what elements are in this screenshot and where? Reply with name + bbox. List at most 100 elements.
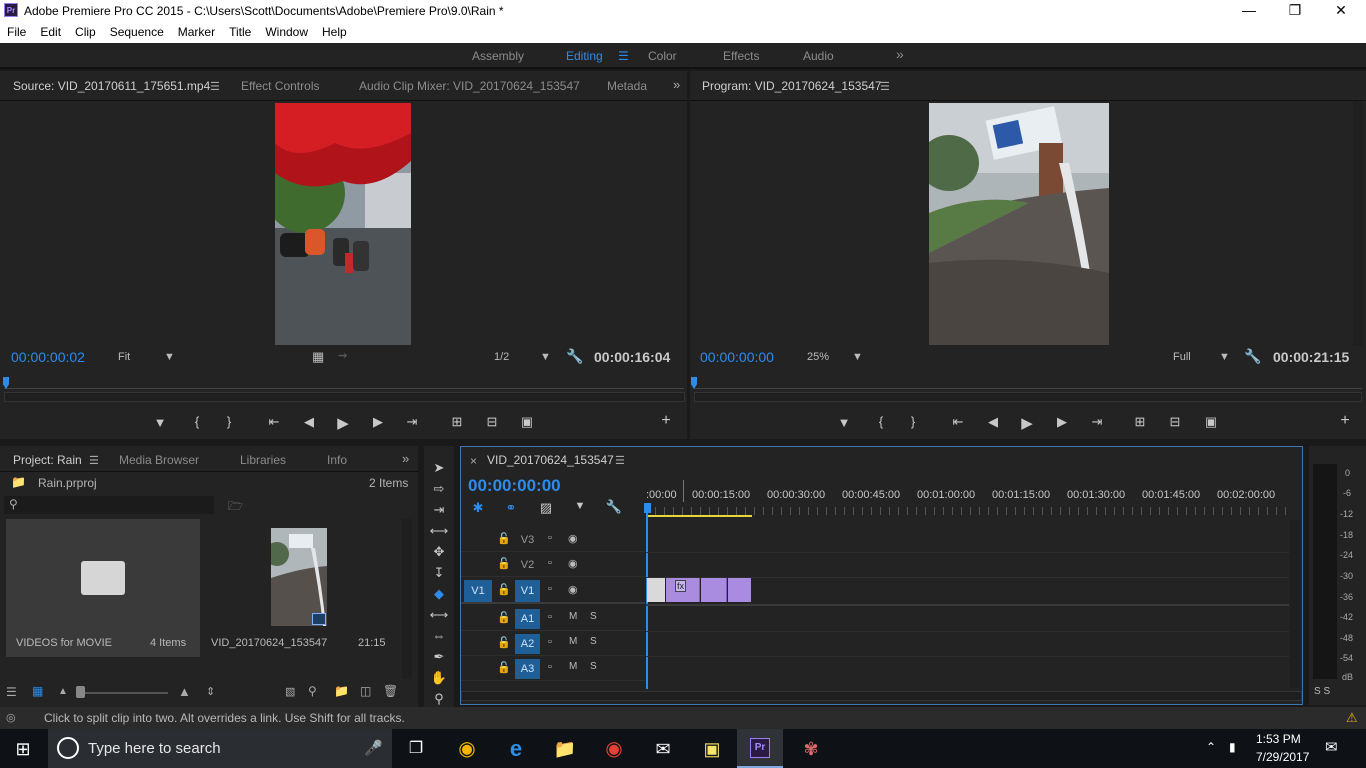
menu-clip[interactable]: Clip — [68, 22, 103, 43]
menu-marker[interactable]: Marker — [171, 22, 222, 43]
lock-icon[interactable]: 🔓 — [497, 583, 511, 596]
mark-in-icon[interactable]: { — [187, 414, 207, 429]
tab-program[interactable]: Program: VID_20170624_153547 — [702, 79, 881, 93]
program-vertical-scrollbar[interactable] — [1353, 101, 1363, 346]
program-mark-out-icon[interactable]: } — [903, 414, 923, 429]
list-view-icon[interactable]: ☰ — [6, 685, 17, 699]
sync-lock-icon[interactable]: ▫ — [548, 636, 552, 648]
lock-icon[interactable]: 🔓 — [497, 611, 511, 624]
drag-audio-only-icon[interactable]: ⇝ — [338, 349, 347, 362]
source-video-frame[interactable] — [275, 103, 411, 345]
lock-icon[interactable]: 🔓 — [497, 661, 511, 674]
pen-tool-icon[interactable]: ✒ — [429, 649, 449, 665]
track-label-v3[interactable]: V3 — [515, 530, 540, 550]
mute-button[interactable]: M — [569, 661, 577, 672]
tab-metadata[interactable]: Metada — [607, 79, 647, 93]
paint-app-icon[interactable]: ✾ — [796, 734, 826, 764]
source-resolution-chevron-icon[interactable]: ▼ — [540, 351, 551, 363]
program-video-frame[interactable] — [929, 103, 1109, 345]
project-search-input[interactable]: ⚲ — [4, 496, 214, 514]
overwrite-icon[interactable]: ⊟ — [482, 414, 502, 430]
razor-tool-icon[interactable]: ◆ — [429, 586, 449, 602]
program-resolution-chevron-icon[interactable]: ▼ — [1219, 351, 1230, 363]
workspace-menu-icon[interactable]: ☰ — [618, 49, 629, 63]
insert-icon[interactable]: ⊞ — [447, 414, 467, 430]
meter-solo-buttons[interactable]: S S — [1314, 686, 1330, 697]
track-label-v1[interactable]: V1 — [515, 580, 540, 602]
windows-start-icon[interactable]: ⊞ — [8, 734, 38, 764]
work-area-bar[interactable] — [646, 515, 752, 517]
battery-icon[interactable]: ▮ — [1229, 740, 1236, 754]
timeline-settings-wrench-icon[interactable]: 🔧 — [604, 499, 624, 515]
timeline-clip-segment[interactable]: fx — [666, 578, 700, 602]
track-select-multi-icon[interactable]: ↧ — [429, 565, 449, 581]
menu-file[interactable]: File — [0, 22, 33, 43]
tab-effect-controls[interactable]: Effect Controls — [241, 79, 319, 93]
sort-icons-icon[interactable]: ⇕ — [206, 685, 215, 698]
menu-help[interactable]: Help — [315, 22, 354, 43]
program-zoom-dropdown[interactable]: 25% — [807, 351, 829, 363]
drag-video-only-icon[interactable]: ▦ — [312, 349, 324, 365]
source-zoom-dropdown[interactable]: Fit — [118, 351, 130, 363]
eye-icon[interactable]: ◉ — [568, 557, 578, 570]
program-time-ruler[interactable] — [694, 379, 1362, 389]
sync-lock-icon[interactable]: ▫ — [548, 532, 552, 544]
show-hidden-icons-icon[interactable]: ⌃ — [1206, 740, 1216, 754]
play-icon[interactable]: ▶ — [333, 414, 353, 432]
slip-tool-icon[interactable]: ⟷ — [429, 607, 449, 623]
program-add-marker-icon[interactable]: ▼ — [834, 415, 854, 430]
mark-out-icon[interactable]: } — [219, 414, 239, 429]
timeline-playhead-handle[interactable] — [644, 503, 651, 513]
timeline-clip-segment[interactable] — [647, 578, 665, 602]
go-to-out-icon[interactable]: ⇥ — [402, 414, 422, 430]
clock-time[interactable]: 1:53 PM — [1256, 732, 1301, 746]
menu-title[interactable]: Title — [222, 22, 258, 43]
menu-sequence[interactable]: Sequence — [103, 22, 171, 43]
source-panel-menu-icon[interactable]: ☰ — [210, 80, 220, 93]
tab-source[interactable]: Source: VID_20170611_175651.mp4 — [13, 79, 210, 93]
bin-item-videos-for-movie[interactable]: VIDEOS for MOVIE 4 Items — [6, 519, 200, 657]
new-item-icon[interactable]: ◫ — [360, 684, 371, 698]
timeline-vertical-scrollbar[interactable] — [1290, 520, 1300, 688]
edge-browser-icon[interactable]: e — [501, 734, 531, 764]
timeline-panel-menu-icon[interactable]: ☰ — [615, 454, 625, 467]
tab-libraries[interactable]: Libraries — [240, 453, 286, 467]
ripple-edit-tool-icon[interactable]: ⇥ — [429, 502, 449, 518]
step-forward-icon[interactable]: ▶ — [368, 414, 388, 430]
program-settings-wrench-icon[interactable]: 🔧 — [1244, 348, 1261, 365]
mute-button[interactable]: M — [569, 636, 577, 647]
program-export-frame-camera-icon[interactable]: ▣ — [1201, 414, 1221, 430]
timeline-clip-segment[interactable] — [701, 578, 727, 602]
close-sequence-tab-icon[interactable]: × — [470, 454, 477, 468]
automate-to-sequence-icon[interactable]: ▧ — [285, 685, 295, 698]
eye-icon[interactable]: ◉ — [568, 583, 578, 596]
clear-trash-icon[interactable]: 🗑 — [383, 684, 398, 698]
workspace-editing[interactable]: Editing — [566, 49, 603, 63]
slide-tool-icon[interactable]: ⇔ — [429, 628, 449, 643]
hand-tool-icon[interactable]: ✋ — [429, 670, 449, 686]
step-back-icon[interactable]: ◀ — [299, 414, 319, 430]
sync-lock-icon[interactable]: ▫ — [548, 611, 552, 623]
tab-audio-clip-mixer[interactable]: Audio Clip Mixer: VID_20170624_153547 — [359, 79, 580, 93]
insert-nest-icon[interactable]: ▨ — [536, 500, 556, 516]
zoom-tool-icon[interactable]: ⚲ — [429, 691, 449, 707]
workspace-effects[interactable]: Effects — [723, 49, 759, 63]
chrome-browser-icon[interactable]: ◉ — [599, 734, 629, 764]
new-search-bin-icon[interactable]: 🗁 — [228, 497, 243, 518]
extract-icon[interactable]: ⊟ — [1165, 414, 1185, 430]
export-frame-camera-icon[interactable]: ▣ — [517, 414, 537, 430]
sync-lock-icon[interactable]: ▫ — [548, 661, 552, 673]
warning-icon[interactable]: ⚠ — [1346, 710, 1358, 726]
program-go-to-out-icon[interactable]: ⇥ — [1087, 414, 1107, 430]
photos-app-icon[interactable]: ◉ — [452, 734, 482, 764]
linked-selection-icon[interactable]: ⚭ — [501, 500, 521, 516]
program-current-timecode[interactable]: 00:00:00:00 — [700, 349, 774, 365]
program-button-editor-plus-icon[interactable]: + — [1335, 412, 1355, 430]
tab-project[interactable]: Project: Rain — [13, 453, 82, 467]
program-zoom-scrollbar[interactable] — [694, 392, 1362, 402]
taskbar-search-box[interactable]: Type here to search 🎤 — [48, 729, 392, 768]
program-step-forward-icon[interactable]: ▶ — [1052, 414, 1072, 430]
workspace-audio[interactable]: Audio — [803, 49, 834, 63]
solo-button[interactable]: S — [590, 661, 597, 672]
rate-stretch-tool-icon[interactable]: ✥ — [429, 544, 449, 560]
